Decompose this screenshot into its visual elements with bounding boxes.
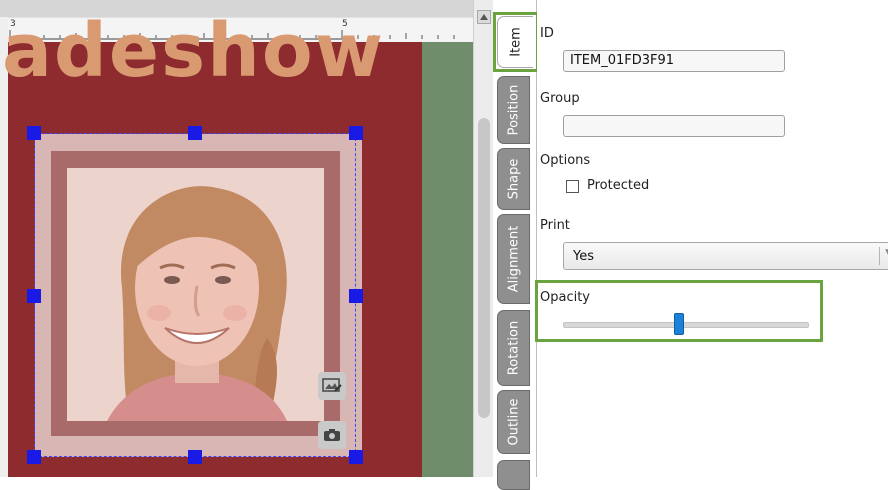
select-divider xyxy=(879,247,880,265)
resize-handle-top[interactable] xyxy=(188,126,202,140)
id-label: ID xyxy=(540,26,554,41)
resize-handle-bottom-right[interactable] xyxy=(349,450,363,464)
slide-title-text: adeshow xyxy=(2,8,386,94)
tab-position[interactable]: Position xyxy=(497,76,530,144)
tab-outline[interactable]: Outline xyxy=(497,390,530,454)
tab-outline-label: Outline xyxy=(506,398,521,446)
protected-checkbox[interactable] xyxy=(566,180,579,193)
group-label: Group xyxy=(540,91,580,106)
opacity-highlight xyxy=(535,280,823,342)
image-edit-icon[interactable] xyxy=(318,372,346,400)
resize-handle-bottom[interactable] xyxy=(188,450,202,464)
print-label: Print xyxy=(540,218,570,233)
tab-more[interactable] xyxy=(497,460,530,490)
arrow-up-icon[interactable] xyxy=(477,10,491,24)
item-tab-highlight xyxy=(493,12,539,72)
protected-label[interactable]: Protected xyxy=(587,178,649,193)
camera-icon[interactable] xyxy=(318,421,346,449)
vertical-scrollbar[interactable] xyxy=(473,0,494,477)
properties-panel: ID ITEM_01FD3F91 Group Options Protected… xyxy=(537,0,888,477)
resize-handle-right[interactable] xyxy=(349,289,363,303)
tab-alignment-label: Alignment xyxy=(506,225,521,293)
tab-rotation[interactable]: Rotation xyxy=(497,310,530,386)
tab-position-label: Position xyxy=(506,84,521,136)
resize-handle-top-right[interactable] xyxy=(349,126,363,140)
resize-handle-left[interactable] xyxy=(27,289,41,303)
tab-shape[interactable]: Shape xyxy=(497,148,530,210)
tab-shape-label: Shape xyxy=(506,158,521,200)
tab-rotation-label: Rotation xyxy=(506,320,521,376)
resize-handle-top-left[interactable] xyxy=(27,126,41,140)
tab-alignment[interactable]: Alignment xyxy=(497,214,530,304)
slide-canvas[interactable]: 3 5 adeshow xyxy=(0,0,473,477)
slide-side-panel xyxy=(422,42,473,477)
selection-box[interactable] xyxy=(34,133,356,457)
options-label: Options xyxy=(540,153,591,168)
print-select-value: Yes xyxy=(573,249,594,264)
print-select[interactable]: Yes ▼ xyxy=(563,242,888,270)
id-field[interactable]: ITEM_01FD3F91 xyxy=(563,50,785,72)
resize-handle-bottom-left[interactable] xyxy=(27,450,41,464)
group-field[interactable] xyxy=(563,115,785,137)
scrollbar-thumb[interactable] xyxy=(478,118,490,418)
